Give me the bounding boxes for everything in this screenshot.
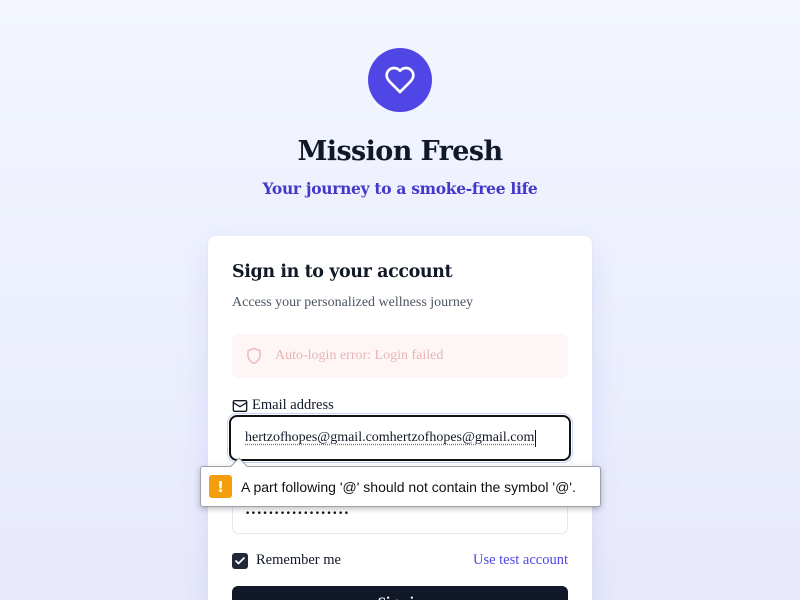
validation-message: A part following '@' should not contain … <box>241 478 576 495</box>
app-title: Mission Fresh <box>297 136 504 167</box>
signin-card: Sign in to your account Access your pers… <box>208 236 592 600</box>
remember-me-label: Remember me <box>256 552 341 568</box>
app-logo <box>368 48 432 112</box>
error-text: Auto-login error: Login failed <box>275 348 444 363</box>
shield-icon <box>247 347 261 365</box>
warning-icon: ! <box>209 475 232 498</box>
check-icon <box>235 556 245 564</box>
signin-button[interactable]: Sign in <box>232 586 568 600</box>
card-title: Sign in to your account <box>232 262 453 282</box>
app-subtitle: Your journey to a smoke-free life <box>262 179 538 198</box>
mail-icon <box>232 399 248 412</box>
email-field[interactable]: hertzofhopes@gmail.comhertzofhopes@gmail… <box>227 413 573 463</box>
email-label-text: Email address <box>252 397 334 413</box>
remember-me-checkbox[interactable] <box>232 552 248 569</box>
use-test-account-link[interactable]: Use test account <box>473 552 568 569</box>
validation-tooltip: ! A part following '@' should not contai… <box>200 457 601 507</box>
text-caret <box>535 429 537 447</box>
card-description: Access your personalized wellness journe… <box>232 295 474 310</box>
email-value: hertzofhopes@gmail.comhertzofhopes@gmail… <box>245 430 535 445</box>
email-label: Email address <box>232 397 334 414</box>
remember-me[interactable]: Remember me <box>232 552 341 569</box>
error-alert: Auto-login error: Login failed <box>232 334 568 378</box>
heart-icon <box>385 66 415 94</box>
